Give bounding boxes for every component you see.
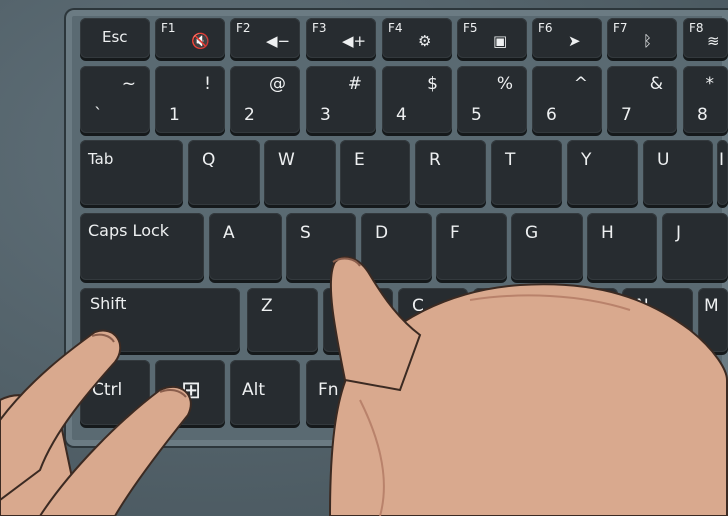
right-index-finger [329,256,422,392]
illustration-background: Esc F1 🔇 F2 ◀− F3 ◀+ F4 ⚙ F5 ▣ F6 ➤ F7 ᛒ F8 ≋ ~ `! 1 @2 #3 $4%… [0,0,728,516]
left-hand [0,329,192,516]
hands [0,256,728,516]
right-hand [328,256,728,516]
